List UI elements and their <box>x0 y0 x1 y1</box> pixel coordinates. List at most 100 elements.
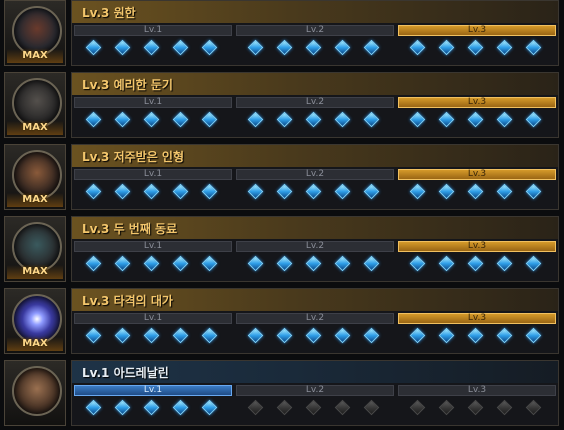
gem-icon <box>114 39 131 56</box>
skill-title-bar: Lv.3 예리한 둔기 <box>72 73 558 95</box>
skill-title: Lv.3 예리한 둔기 <box>82 78 173 92</box>
gem-icon <box>363 255 380 272</box>
skill-icon-frame[interactable]: MAX <box>4 216 66 282</box>
gem-icon <box>363 183 380 200</box>
gem-icon <box>172 111 189 128</box>
level-2-slot[interactable]: Lv.2 <box>236 25 394 63</box>
level-2-slot[interactable]: Lv.2 <box>236 97 394 135</box>
gem-empty-icon <box>525 399 542 416</box>
level-track: Lv.1 Lv.2 Lv.3 <box>74 97 556 135</box>
skill-title-bar: Lv.3 원한 <box>72 1 558 23</box>
level-1-label: Lv.1 <box>74 313 232 324</box>
level-3-slot[interactable]: Lv.3 <box>398 241 556 279</box>
skill-row-5[interactable]: MAX Lv.3 타격의 대가 Lv.1 Lv.2 Lv.3 <box>0 288 564 358</box>
gem-icon <box>172 255 189 272</box>
gem-icon <box>334 111 351 128</box>
skill-row-3[interactable]: MAX Lv.3 저주받은 인형 Lv.1 Lv.2 Lv.3 <box>0 144 564 214</box>
skill-icon-frame[interactable]: MAX <box>4 288 66 354</box>
level-track: Lv.1 Lv.2 Lv.3 <box>74 241 556 279</box>
level-2-slot[interactable]: Lv.2 <box>236 241 394 279</box>
level-1-label: Lv.1 <box>74 169 232 180</box>
skill-panel: Lv.1 아드레날린 Lv.1 Lv.2 Lv.3 <box>71 360 559 426</box>
level-2-label: Lv.2 <box>236 169 394 180</box>
gem-icon <box>467 327 484 344</box>
gem-icon <box>247 39 264 56</box>
skill-row-2[interactable]: MAX Lv.3 예리한 둔기 Lv.1 Lv.2 Lv.3 <box>0 72 564 142</box>
level-3-slot[interactable]: Lv.3 <box>398 169 556 207</box>
gem-icon <box>305 327 322 344</box>
level-1-slot[interactable]: Lv.1 <box>74 169 232 207</box>
skill-row-1[interactable]: MAX Lv.3 원한 Lv.1 Lv.2 Lv.3 <box>0 0 564 70</box>
gem-icon <box>247 183 264 200</box>
gem-icon <box>409 255 426 272</box>
gem-icon <box>334 183 351 200</box>
level-1-slot[interactable]: Lv.1 <box>74 385 232 423</box>
level-3-slot[interactable]: Lv.3 <box>398 385 556 423</box>
skill-title: Lv.3 두 번째 동료 <box>82 222 178 236</box>
gem-icon <box>525 183 542 200</box>
gem-icon <box>201 255 218 272</box>
level-3-label: Lv.3 <box>398 385 556 396</box>
gem-icon <box>201 183 218 200</box>
skill-title: Lv.1 아드레날린 <box>82 366 169 380</box>
gem-icon <box>143 111 160 128</box>
level-track: Lv.1 Lv.2 Lv.3 <box>74 25 556 63</box>
gem-empty-icon <box>305 399 322 416</box>
gem-icon <box>201 111 218 128</box>
skill-title: Lv.3 타격의 대가 <box>82 294 173 308</box>
gem-icon <box>201 39 218 56</box>
skill-title: Lv.3 저주받은 인형 <box>82 150 184 164</box>
level-2-label: Lv.2 <box>236 385 394 396</box>
level-3-slot[interactable]: Lv.3 <box>398 97 556 135</box>
gem-icon <box>363 111 380 128</box>
level-2-slot[interactable]: Lv.2 <box>236 385 394 423</box>
level-1-slot[interactable]: Lv.1 <box>74 241 232 279</box>
level-3-slot[interactable]: Lv.3 <box>398 313 556 351</box>
gem-empty-icon <box>496 399 513 416</box>
level-1-slot[interactable]: Lv.1 <box>74 25 232 63</box>
gem-icon <box>363 39 380 56</box>
gem-icon <box>525 39 542 56</box>
skill-panel: Lv.3 예리한 둔기 Lv.1 Lv.2 Lv.3 <box>71 72 559 138</box>
level-2-slot[interactable]: Lv.2 <box>236 169 394 207</box>
gem-icon <box>496 183 513 200</box>
skill-icon-frame[interactable]: MAX <box>4 72 66 138</box>
gem-icon <box>172 399 189 416</box>
gem-icon <box>85 111 102 128</box>
skill-icon-frame[interactable] <box>4 360 66 426</box>
skill-row-6[interactable]: Lv.1 아드레날린 Lv.1 Lv.2 Lv.3 <box>0 360 564 430</box>
gem-icon <box>438 183 455 200</box>
gem-icon <box>143 399 160 416</box>
gem-icon <box>409 327 426 344</box>
level-1-slot[interactable]: Lv.1 <box>74 97 232 135</box>
max-badge: MAX <box>22 266 48 277</box>
skill-title-bar: Lv.3 두 번째 동료 <box>72 217 558 239</box>
skill-icon-frame[interactable]: MAX <box>4 144 66 210</box>
gem-icon <box>247 255 264 272</box>
gem-icon <box>114 183 131 200</box>
level-3-slot[interactable]: Lv.3 <box>398 25 556 63</box>
gem-icon <box>305 255 322 272</box>
gem-icon <box>201 399 218 416</box>
level-2-label: Lv.2 <box>236 25 394 36</box>
gem-icon <box>172 39 189 56</box>
level-2-label: Lv.2 <box>236 313 394 324</box>
level-1-label: Lv.1 <box>74 385 232 396</box>
gem-icon <box>305 111 322 128</box>
skill-title-bar: Lv.3 저주받은 인형 <box>72 145 558 167</box>
gem-icon <box>143 327 160 344</box>
max-badge: MAX <box>22 50 48 61</box>
max-badge: MAX <box>22 122 48 133</box>
level-1-slot[interactable]: Lv.1 <box>74 313 232 351</box>
gem-icon <box>525 111 542 128</box>
level-1-label: Lv.1 <box>74 25 232 36</box>
gem-icon <box>85 255 102 272</box>
gem-icon <box>305 39 322 56</box>
skill-icon-frame[interactable]: MAX <box>4 0 66 66</box>
skill-row-4[interactable]: MAX Lv.3 두 번째 동료 Lv.1 Lv.2 Lv.3 <box>0 216 564 286</box>
level-2-slot[interactable]: Lv.2 <box>236 313 394 351</box>
gem-icon <box>276 255 293 272</box>
gem-icon <box>143 255 160 272</box>
level-track: Lv.1 Lv.2 Lv.3 <box>74 313 556 351</box>
gem-icon <box>467 39 484 56</box>
